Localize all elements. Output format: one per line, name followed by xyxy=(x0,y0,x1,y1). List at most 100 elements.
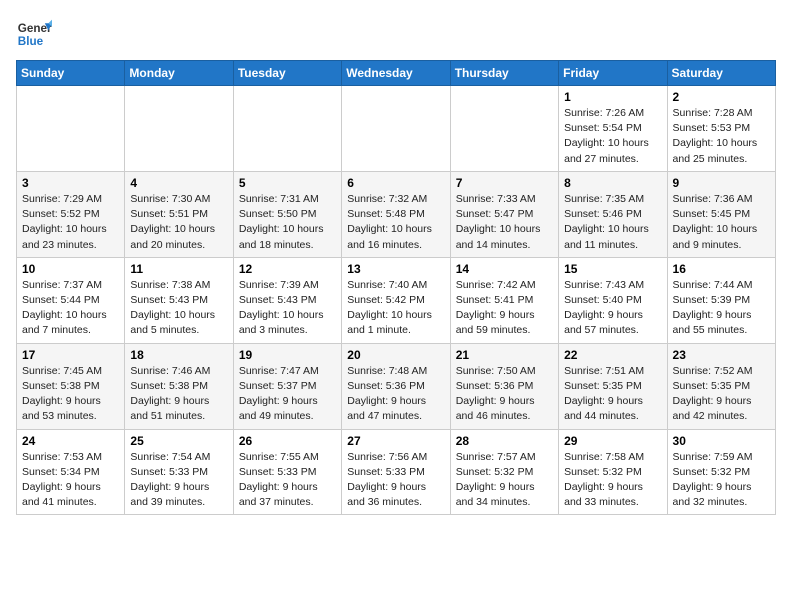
calendar-day-cell: 27 Sunrise: 7:56 AMSunset: 5:33 PMDayligh… xyxy=(342,429,450,515)
day-number: 19 xyxy=(239,348,336,362)
calendar-day-cell: 11Sunrise: 7:38 AMSunset: 5:43 PMDayligh… xyxy=(125,257,233,343)
calendar-week-row: 10 Sunrise: 7:37 AMSunset: 5:44 PMDayligh… xyxy=(17,257,776,343)
day-number: 17 xyxy=(22,348,119,362)
weekday-header-cell: Thursday xyxy=(450,61,558,86)
day-info: Sunrise: 7:33 AMSunset: 5:47 PMDaylight:… xyxy=(456,192,553,253)
day-number: 18 xyxy=(130,348,227,362)
day-number: 5 xyxy=(239,176,336,190)
day-info: Sunrise: 7:38 AMSunset: 5:43 PMDaylight:… xyxy=(130,278,227,339)
calendar-day-cell: 13 Sunrise: 7:40 AMSunset: 5:42 PMDayligh… xyxy=(342,257,450,343)
calendar-day-cell: 23 Sunrise: 7:52 AMSunset: 5:35 PMDayligh… xyxy=(667,343,775,429)
weekday-header-cell: Saturday xyxy=(667,61,775,86)
day-number: 22 xyxy=(564,348,661,362)
day-info: Sunrise: 7:50 AMSunset: 5:36 PMDaylight:… xyxy=(456,364,553,425)
calendar-day-cell: 24Sunrise: 7:53 AMSunset: 5:34 PMDayligh… xyxy=(17,429,125,515)
calendar-week-row: 17 Sunrise: 7:45 AMSunset: 5:38 PMDayligh… xyxy=(17,343,776,429)
day-info: Sunrise: 7:26 AMSunset: 5:54 PMDaylight:… xyxy=(564,106,661,167)
calendar-day-cell: 21 Sunrise: 7:50 AMSunset: 5:36 PMDayligh… xyxy=(450,343,558,429)
day-info: Sunrise: 7:53 AMSunset: 5:34 PMDaylight:… xyxy=(22,450,119,511)
weekday-header-cell: Friday xyxy=(559,61,667,86)
day-number: 28 xyxy=(456,434,553,448)
day-info: Sunrise: 7:36 AMSunset: 5:45 PMDaylight:… xyxy=(673,192,770,253)
day-number: 1 xyxy=(564,90,661,104)
day-number: 13 xyxy=(347,262,444,276)
day-number: 27 xyxy=(347,434,444,448)
calendar-day-cell: 22Sunrise: 7:51 AMSunset: 5:35 PMDayligh… xyxy=(559,343,667,429)
day-info: Sunrise: 7:28 AMSunset: 5:53 PMDaylight:… xyxy=(673,106,770,167)
svg-text:Blue: Blue xyxy=(18,35,44,48)
calendar-day-cell: 15 Sunrise: 7:43 AMSunset: 5:40 PMDayligh… xyxy=(559,257,667,343)
day-info: Sunrise: 7:54 AMSunset: 5:33 PMDaylight:… xyxy=(130,450,227,511)
calendar-week-row: 1 Sunrise: 7:26 AMSunset: 5:54 PMDaylight… xyxy=(17,86,776,172)
day-info: Sunrise: 7:30 AMSunset: 5:51 PMDaylight:… xyxy=(130,192,227,253)
day-number: 25 xyxy=(130,434,227,448)
calendar-day-cell xyxy=(17,86,125,172)
day-number: 15 xyxy=(564,262,661,276)
day-number: 9 xyxy=(673,176,770,190)
calendar-day-cell: 5Sunrise: 7:31 AMSunset: 5:50 PMDaylight… xyxy=(233,171,341,257)
day-number: 23 xyxy=(673,348,770,362)
day-number: 7 xyxy=(456,176,553,190)
weekday-header-row: SundayMondayTuesdayWednesdayThursdayFrid… xyxy=(17,61,776,86)
day-info: Sunrise: 7:39 AMSunset: 5:43 PMDaylight:… xyxy=(239,278,336,339)
day-number: 21 xyxy=(456,348,553,362)
calendar-day-cell: 28 Sunrise: 7:57 AMSunset: 5:32 PMDayligh… xyxy=(450,429,558,515)
day-info: Sunrise: 7:57 AMSunset: 5:32 PMDaylight:… xyxy=(456,450,553,511)
calendar-day-cell: 14 Sunrise: 7:42 AMSunset: 5:41 PMDayligh… xyxy=(450,257,558,343)
calendar-day-cell: 3Sunrise: 7:29 AMSunset: 5:52 PMDaylight… xyxy=(17,171,125,257)
day-info: Sunrise: 7:56 AMSunset: 5:33 PMDaylight:… xyxy=(347,450,444,511)
calendar-day-cell: 18 Sunrise: 7:46 AMSunset: 5:38 PMDayligh… xyxy=(125,343,233,429)
day-info: Sunrise: 7:47 AMSunset: 5:37 PMDaylight:… xyxy=(239,364,336,425)
calendar-day-cell xyxy=(450,86,558,172)
calendar-day-cell: 6Sunrise: 7:32 AMSunset: 5:48 PMDaylight… xyxy=(342,171,450,257)
day-info: Sunrise: 7:46 AMSunset: 5:38 PMDaylight:… xyxy=(130,364,227,425)
day-info: Sunrise: 7:52 AMSunset: 5:35 PMDaylight:… xyxy=(673,364,770,425)
calendar-day-cell: 2 Sunrise: 7:28 AMSunset: 5:53 PMDaylight… xyxy=(667,86,775,172)
day-info: Sunrise: 7:32 AMSunset: 5:48 PMDaylight:… xyxy=(347,192,444,253)
calendar-day-cell: 20 Sunrise: 7:48 AMSunset: 5:36 PMDayligh… xyxy=(342,343,450,429)
day-info: Sunrise: 7:42 AMSunset: 5:41 PMDaylight:… xyxy=(456,278,553,339)
day-info: Sunrise: 7:48 AMSunset: 5:36 PMDaylight:… xyxy=(347,364,444,425)
day-number: 2 xyxy=(673,90,770,104)
weekday-header-cell: Tuesday xyxy=(233,61,341,86)
calendar-day-cell: 26 Sunrise: 7:55 AMSunset: 5:33 PMDayligh… xyxy=(233,429,341,515)
day-number: 4 xyxy=(130,176,227,190)
calendar-day-cell: 25 Sunrise: 7:54 AMSunset: 5:33 PMDayligh… xyxy=(125,429,233,515)
calendar-day-cell: 1 Sunrise: 7:26 AMSunset: 5:54 PMDaylight… xyxy=(559,86,667,172)
calendar-day-cell: 19 Sunrise: 7:47 AMSunset: 5:37 PMDayligh… xyxy=(233,343,341,429)
logo: General Blue xyxy=(16,16,52,52)
weekday-header-cell: Sunday xyxy=(17,61,125,86)
day-info: Sunrise: 7:37 AMSunset: 5:44 PMDaylight:… xyxy=(22,278,119,339)
day-number: 29 xyxy=(564,434,661,448)
calendar-day-cell: 29Sunrise: 7:58 AMSunset: 5:32 PMDayligh… xyxy=(559,429,667,515)
day-info: Sunrise: 7:44 AMSunset: 5:39 PMDaylight:… xyxy=(673,278,770,339)
day-info: Sunrise: 7:59 AMSunset: 5:32 PMDaylight:… xyxy=(673,450,770,511)
page-header: General Blue xyxy=(16,16,776,52)
calendar-day-cell: 17 Sunrise: 7:45 AMSunset: 5:38 PMDayligh… xyxy=(17,343,125,429)
weekday-header-cell: Wednesday xyxy=(342,61,450,86)
calendar-week-row: 24Sunrise: 7:53 AMSunset: 5:34 PMDayligh… xyxy=(17,429,776,515)
calendar-day-cell: 12 Sunrise: 7:39 AMSunset: 5:43 PMDayligh… xyxy=(233,257,341,343)
calendar-day-cell: 10 Sunrise: 7:37 AMSunset: 5:44 PMDayligh… xyxy=(17,257,125,343)
day-number: 26 xyxy=(239,434,336,448)
calendar-day-cell: 4 Sunrise: 7:30 AMSunset: 5:51 PMDaylight… xyxy=(125,171,233,257)
day-number: 12 xyxy=(239,262,336,276)
calendar-day-cell: 9 Sunrise: 7:36 AMSunset: 5:45 PMDaylight… xyxy=(667,171,775,257)
logo-icon: General Blue xyxy=(16,16,52,52)
day-number: 20 xyxy=(347,348,444,362)
day-info: Sunrise: 7:55 AMSunset: 5:33 PMDaylight:… xyxy=(239,450,336,511)
day-number: 14 xyxy=(456,262,553,276)
day-number: 10 xyxy=(22,262,119,276)
calendar-week-row: 3Sunrise: 7:29 AMSunset: 5:52 PMDaylight… xyxy=(17,171,776,257)
day-info: Sunrise: 7:43 AMSunset: 5:40 PMDaylight:… xyxy=(564,278,661,339)
day-number: 30 xyxy=(673,434,770,448)
day-info: Sunrise: 7:40 AMSunset: 5:42 PMDaylight:… xyxy=(347,278,444,339)
calendar-body: 1 Sunrise: 7:26 AMSunset: 5:54 PMDaylight… xyxy=(17,86,776,515)
calendar-day-cell: 30 Sunrise: 7:59 AMSunset: 5:32 PMDayligh… xyxy=(667,429,775,515)
calendar-day-cell xyxy=(342,86,450,172)
calendar: SundayMondayTuesdayWednesdayThursdayFrid… xyxy=(16,60,776,515)
day-info: Sunrise: 7:29 AMSunset: 5:52 PMDaylight:… xyxy=(22,192,119,253)
calendar-day-cell: 8Sunrise: 7:35 AMSunset: 5:46 PMDaylight… xyxy=(559,171,667,257)
day-info: Sunrise: 7:45 AMSunset: 5:38 PMDaylight:… xyxy=(22,364,119,425)
day-number: 8 xyxy=(564,176,661,190)
